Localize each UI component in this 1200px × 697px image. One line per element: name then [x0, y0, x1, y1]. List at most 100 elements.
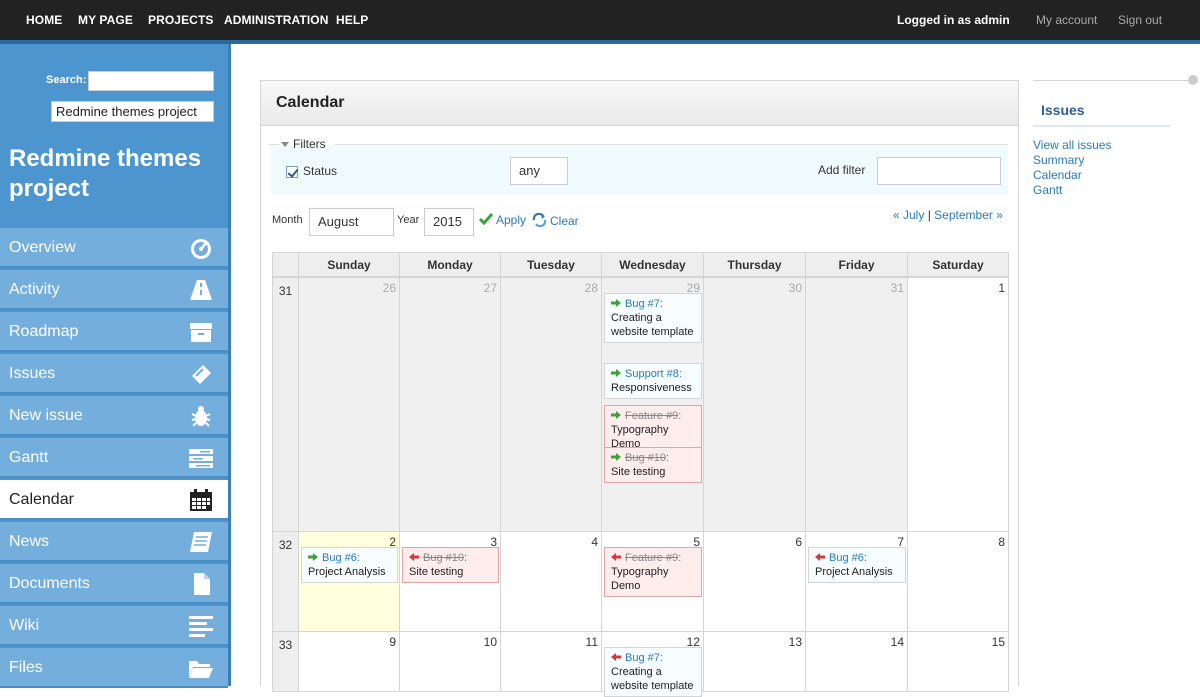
sidebar-collapse-icon[interactable] — [1188, 75, 1198, 85]
calendar-issue[interactable]: Bug #10: Site testing — [604, 447, 702, 483]
issue-start-arrow-icon — [611, 453, 621, 461]
next-month-link[interactable]: September » — [934, 208, 1003, 222]
my-account-link[interactable]: My account — [1036, 13, 1097, 27]
summary-link[interactable]: Summary — [1033, 153, 1084, 167]
calendar-day: 14 — [805, 631, 908, 692]
calendar-day: 3 Bug #10: Site testing — [399, 531, 501, 632]
sidebar-item-documents[interactable]: Documents — [0, 564, 228, 604]
week-number: 32 — [272, 531, 299, 632]
year-label: Year — [397, 214, 420, 226]
calendar-link[interactable]: Calendar — [1033, 168, 1082, 182]
calendar-issue[interactable]: Bug #6: Project Analysis — [301, 547, 398, 583]
filters-toggle[interactable]: Filters — [281, 137, 326, 151]
filters-legend-label: Filters — [293, 137, 326, 151]
search-label: Search: — [46, 74, 87, 86]
issue-link[interactable]: Bug #6 — [322, 552, 357, 564]
status-operator-select[interactable]: any — [510, 157, 568, 185]
collapse-triangle-icon — [281, 142, 289, 148]
weekday-header-friday: Friday — [805, 252, 908, 277]
calendar-day: 1 — [907, 277, 1009, 532]
sidebar-item-label: Overview — [9, 239, 76, 256]
issue-link[interactable]: Bug #7 — [625, 652, 660, 664]
calendar-day: 15 — [907, 631, 1009, 692]
sidebar-item-label: Gantt — [9, 449, 49, 466]
calendar-day: 27 — [399, 277, 501, 532]
issue-start-arrow-icon — [611, 411, 621, 419]
year-select[interactable]: 2015 — [424, 208, 474, 236]
issue-link[interactable]: Support #8 — [625, 368, 679, 380]
previous-month-link[interactable]: « July — [893, 208, 924, 222]
apply-label: Apply — [496, 213, 527, 227]
month-label: Month — [272, 214, 303, 226]
issue-link[interactable]: Bug #7 — [625, 298, 660, 310]
sidebar-edge — [228, 44, 231, 686]
issue-end-arrow-icon — [611, 553, 621, 561]
sidebar-item-roadmap[interactable]: Roadmap — [0, 312, 228, 352]
issues-heading-rule — [1033, 125, 1170, 127]
week-header-corner — [272, 252, 299, 277]
project-jump-select[interactable]: Redmine themes project — [51, 101, 214, 122]
issue-link[interactable]: Bug #10 — [423, 552, 464, 564]
issue-link[interactable]: Bug #10 — [625, 452, 666, 464]
month-select[interactable]: August — [309, 208, 394, 236]
weekday-header-tuesday: Tuesday — [500, 252, 602, 277]
calendar-day: 2 Bug #6: Project Analysis — [298, 531, 400, 632]
sidebar-item-files[interactable]: Files — [0, 648, 228, 688]
add-filter-select[interactable] — [877, 157, 1001, 185]
day-number: 8 — [998, 535, 1005, 549]
sidebar-item-label: New issue — [9, 407, 83, 424]
calendar-issue[interactable]: Bug #6: Project Analysis — [808, 547, 906, 583]
sidebar-item-overview[interactable]: Overview — [0, 228, 228, 268]
calendar-issue[interactable]: Bug #7: Creating a website template — [604, 293, 702, 343]
apply-button[interactable]: Apply — [478, 213, 527, 227]
weekday-header-monday: Monday — [399, 252, 501, 277]
day-number: 27 — [483, 281, 497, 295]
gantt-link[interactable]: Gantt — [1033, 183, 1062, 197]
sidebar-item-issues[interactable]: Issues — [0, 354, 228, 394]
calendar-issue[interactable]: Bug #10: Site testing — [402, 547, 499, 583]
view-all-issues-link[interactable]: View all issues — [1033, 138, 1111, 152]
sidebar-item-gantt[interactable]: Gantt — [0, 438, 228, 478]
calendar-day: 12 Bug #7: Creating a website template — [601, 631, 704, 697]
status-filter-checkbox[interactable] — [286, 166, 298, 178]
sidebar-item-calendar[interactable]: Calendar — [0, 480, 228, 520]
weekday-header-wednesday: Wednesday — [601, 252, 704, 277]
weekday-header-sunday: Sunday — [298, 252, 400, 277]
issue-subject: Creating a website template — [611, 312, 694, 338]
sidebar-item-news[interactable]: News — [0, 522, 228, 562]
issue-colon: : — [678, 410, 682, 422]
sidebar-item-label: Calendar — [9, 491, 74, 508]
issue-link[interactable]: Bug #6 — [829, 552, 864, 564]
issue-colon: : — [356, 552, 360, 564]
issue-start-arrow-icon — [611, 299, 621, 307]
day-number: 26 — [382, 281, 396, 295]
logged-in-user-link[interactable]: admin — [974, 13, 1009, 27]
calendar-issue[interactable]: Bug #7: Creating a website template — [604, 647, 702, 697]
issue-link[interactable]: Feature #9 — [625, 552, 678, 564]
nav-my-page-link[interactable]: MY PAGE — [78, 13, 133, 27]
issue-start-arrow-icon — [611, 369, 621, 377]
day-number: 31 — [890, 281, 904, 295]
calendar-issue[interactable]: Feature #9: Typography Demo — [604, 547, 702, 597]
calendar-day: 5 Feature #9: Typography Demo — [601, 531, 704, 632]
calendar-issue[interactable]: Support #8: Responsiveness — [604, 363, 702, 399]
issue-link[interactable]: Feature #9 — [625, 410, 678, 422]
sidebar-item-wiki[interactable]: Wiki — [0, 606, 228, 646]
ticket-icon — [188, 362, 214, 386]
calendar-grid: Sunday Monday Tuesday Wednesday Thursday Frid… — [272, 252, 1009, 697]
clear-button[interactable]: Clear — [532, 212, 579, 228]
sidebar-item-new-issue[interactable]: New issue — [0, 396, 228, 436]
search-input[interactable] — [88, 71, 214, 91]
sidebar-item-activity[interactable]: Activity — [0, 270, 228, 310]
project-title: Redmine themes project — [9, 145, 202, 202]
nav-home-link[interactable]: HOME — [26, 13, 62, 27]
day-number: 14 — [890, 635, 904, 649]
nav-projects-link[interactable]: PROJECTS — [148, 13, 213, 27]
add-filter-label: Add filter — [818, 163, 866, 177]
month-nav-separator: | — [927, 208, 931, 222]
sign-out-link[interactable]: Sign out — [1118, 13, 1162, 27]
nav-help-link[interactable]: HELP — [336, 13, 368, 27]
sidebar-item-label: Activity — [9, 281, 60, 298]
nav-administration-link[interactable]: ADMINISTRATION — [224, 13, 329, 27]
issue-colon: : — [678, 552, 682, 564]
